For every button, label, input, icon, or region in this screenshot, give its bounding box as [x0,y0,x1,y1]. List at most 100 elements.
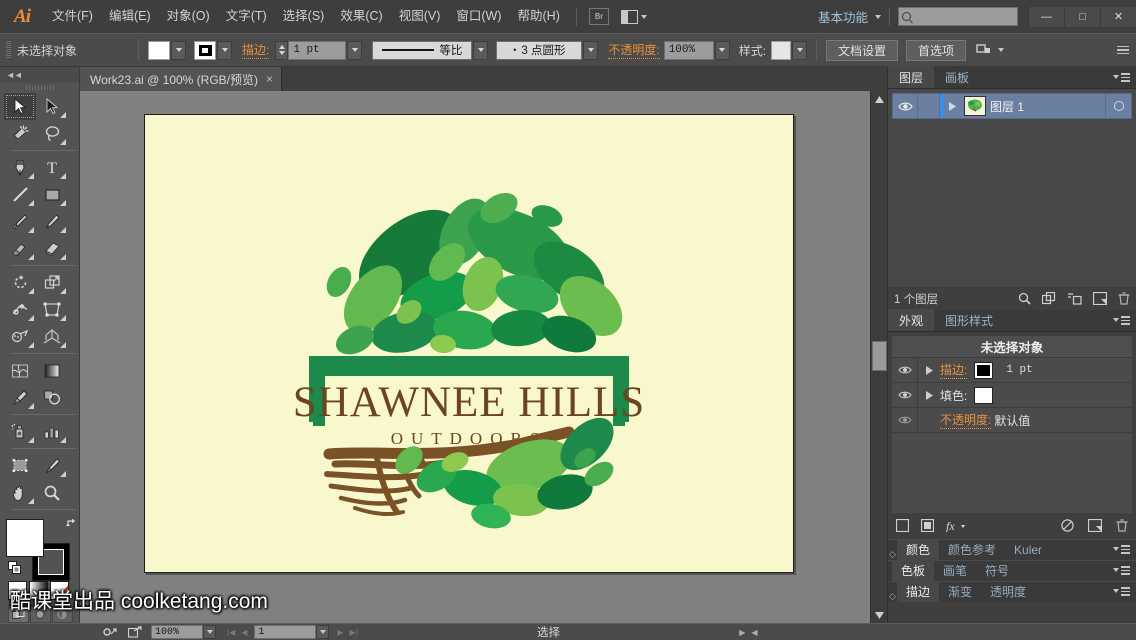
layer-name[interactable]: 图层 1 [990,98,1105,115]
brush-definition-dropdown[interactable] [583,40,599,60]
lasso-tool[interactable] [36,120,68,147]
tab-color[interactable]: 颜色 [897,539,940,560]
gradient-tool[interactable] [36,357,68,384]
align-icon[interactable] [976,43,993,57]
menu-type[interactable]: 文字(T) [218,0,275,33]
magic-wand-tool[interactable] [4,120,36,147]
scroll-down-arrow-icon[interactable] [871,607,888,623]
paintbrush-tool[interactable] [4,208,36,235]
fill-color-indicator[interactable] [6,519,44,557]
slice-tool[interactable] [36,452,68,479]
opacity-label[interactable]: 不透明度: [608,41,660,59]
toolbar-grip[interactable] [0,83,79,93]
workspace-chevron-down-icon[interactable] [875,14,881,19]
swatches-panel-menu-icon[interactable] [1113,566,1130,575]
pen-tool[interactable] [4,154,36,181]
stroke-expand-toggle[interactable] [918,365,940,375]
scale-tool[interactable] [36,269,68,296]
arrange-documents-button[interactable] [620,9,647,24]
column-graph-tool[interactable] [36,418,68,445]
menu-file[interactable]: 文件(F) [44,0,101,33]
appearance-row-fill[interactable]: 填色: [892,383,1132,408]
fill-expand-toggle[interactable] [918,390,940,400]
opacity-input[interactable]: 100% [663,40,714,60]
canvas-area[interactable]: SHAWNEE HILLS OUTDOORS [80,91,870,623]
artboard-number-input[interactable]: 1 [254,625,317,639]
perspective-grid-tool[interactable] [36,323,68,350]
mesh-tool[interactable] [4,357,36,384]
clear-appearance-icon[interactable] [1061,518,1074,532]
add-effect-icon[interactable]: fx [946,519,966,532]
appearance-stroke-label[interactable]: 描边: [940,361,968,379]
tab-kuler[interactable]: Kuler [1005,539,1051,560]
stroke-color-swatch[interactable] [194,40,216,60]
menu-select[interactable]: 选择(S) [275,0,333,33]
canvas-vertical-scrollbar[interactable] [870,91,887,623]
close-button[interactable]: ✕ [1100,6,1136,27]
layer-expand-toggle[interactable] [944,101,960,111]
graphic-style-dropdown[interactable] [792,40,808,60]
scroll-up-arrow-icon[interactable] [871,91,887,107]
tab-swatches[interactable]: 色板 [892,560,935,581]
appearance-panel-menu-icon[interactable] [1113,316,1130,325]
tab-stroke[interactable]: 描边 [897,581,940,602]
cursor-coordinates-icon[interactable] [102,626,119,638]
add-new-fill-icon[interactable] [921,518,934,532]
fill-visibility-toggle[interactable] [892,383,918,407]
table-row[interactable]: 图层 1 [892,93,1132,119]
appearance-stroke-swatch[interactable] [974,361,994,379]
free-transform-tool[interactable] [36,296,68,323]
rotate-tool[interactable] [4,269,36,296]
stroke-swatch-dropdown[interactable] [217,40,232,60]
delete-item-icon[interactable] [1116,518,1128,532]
stroke-panel-grip[interactable]: ◇ [888,591,897,602]
artboard[interactable]: SHAWNEE HILLS OUTDOORS [144,114,794,573]
close-icon[interactable]: × [266,72,273,86]
stroke-label[interactable]: 描边: [242,41,270,59]
appearance-fill-label[interactable]: 填色: [940,387,967,404]
make-clipping-mask-icon[interactable] [1042,292,1056,305]
next-artboard-button[interactable]: ▶ [334,628,346,637]
maximize-button[interactable]: □ [1064,6,1100,27]
first-artboard-button[interactable]: |◀ [224,628,238,637]
menu-effect[interactable]: 效果(C) [332,0,390,33]
locate-object-icon[interactable] [1018,292,1031,305]
status-collapse-button[interactable]: ◀ [748,628,760,637]
tab-gradient[interactable]: 渐变 [939,581,981,602]
prev-artboard-button[interactable]: ◀ [238,628,250,637]
zoom-level-dropdown[interactable] [203,625,216,639]
graphic-style-swatch[interactable] [771,40,792,60]
default-fill-stroke-icon[interactable] [8,561,22,575]
logo-artwork[interactable]: SHAWNEE HILLS OUTDOORS [269,144,669,544]
search-input[interactable] [898,7,1018,26]
symbol-sprayer-tool[interactable] [4,418,36,445]
type-tool[interactable]: T [36,154,68,181]
tab-graphic-styles[interactable]: 图形样式 [934,309,1004,331]
color-panel-menu-icon[interactable] [1113,545,1130,554]
tab-color-guide[interactable]: 颜色参考 [939,539,1005,560]
line-segment-tool[interactable] [4,181,36,208]
preferences-button[interactable]: 首选项 [906,39,967,61]
appearance-row-opacity[interactable]: 不透明度: 默认值 [892,408,1132,433]
appearance-opacity-label[interactable]: 不透明度: [940,411,992,429]
shape-builder-tool[interactable] [4,323,36,350]
align-chevron-down-icon[interactable] [998,48,1005,52]
add-new-stroke-icon[interactable] [896,518,909,532]
swap-fill-stroke-icon[interactable] [66,517,78,529]
eyedropper-tool[interactable] [4,384,36,411]
brush-definition-select[interactable]: • 3 点圆形 [496,40,583,60]
blob-brush-tool[interactable] [4,235,36,262]
create-new-layer-icon[interactable] [1093,292,1107,305]
stroke-weight-input[interactable]: 1 pt [288,40,347,60]
layer-target-circle[interactable] [1105,94,1131,118]
minimize-button[interactable]: — [1028,6,1064,27]
stroke-panel-menu-icon[interactable] [1113,587,1130,596]
menu-object[interactable]: 对象(O) [159,0,218,33]
fill-swatch-dropdown[interactable] [171,40,186,60]
appearance-row-stroke[interactable]: 描边: 1 pt [892,358,1132,383]
color-panel-grip[interactable]: ◇ [888,549,897,560]
control-bar-menu-icon[interactable] [1117,45,1129,55]
direct-selection-tool[interactable] [36,93,68,120]
last-artboard-button[interactable]: ▶| [347,628,361,637]
menu-help[interactable]: 帮助(H) [510,0,568,33]
